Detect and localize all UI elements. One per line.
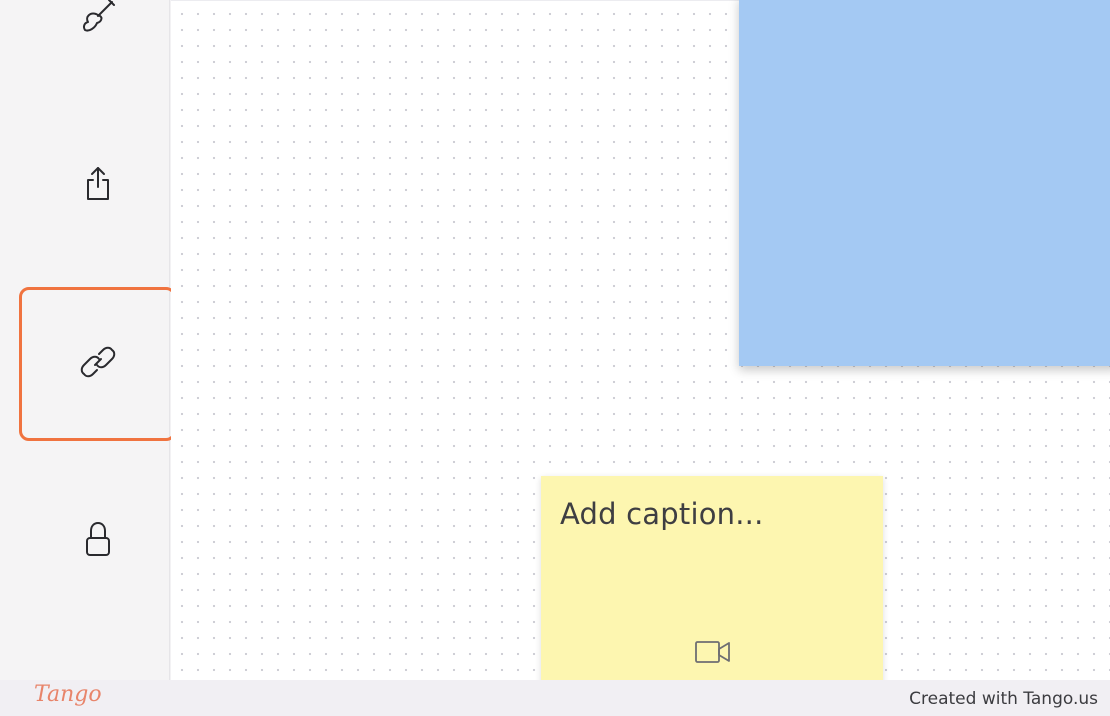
- screen: Add caption...: [0, 0, 1110, 680]
- caption-placeholder[interactable]: Add caption...: [560, 497, 764, 531]
- tool-sidebar: [0, 0, 176, 680]
- tango-logo: Tango: [34, 682, 102, 707]
- brush-tool-button[interactable]: [22, 0, 174, 90]
- video-button[interactable]: [691, 636, 735, 672]
- video-camera-icon: [693, 637, 733, 672]
- brush-icon: [78, 0, 118, 36]
- share-tool-button[interactable]: [22, 110, 174, 258]
- blue-sticky-note[interactable]: [739, 0, 1110, 366]
- share-icon: [83, 165, 113, 203]
- yellow-sticky-note[interactable]: Add caption...: [541, 476, 883, 680]
- footer-bar: Tango Created with Tango.us: [0, 680, 1110, 716]
- footer-credit: Created with Tango.us: [909, 689, 1098, 709]
- link-tool-button[interactable]: [22, 288, 174, 436]
- lock-tool-button[interactable]: [22, 466, 174, 614]
- lock-icon: [83, 520, 113, 560]
- link-icon: [78, 342, 118, 382]
